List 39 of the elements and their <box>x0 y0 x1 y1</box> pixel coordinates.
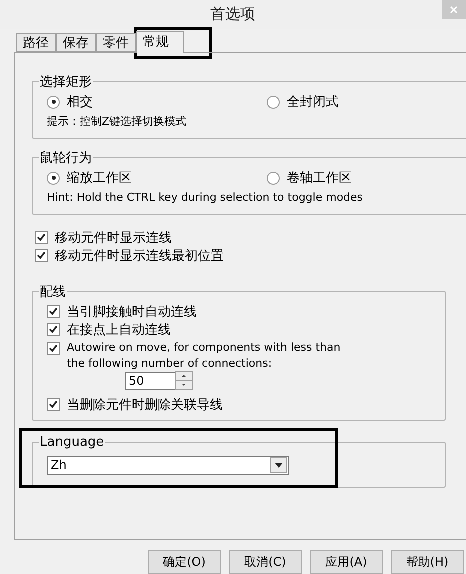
tab[interactable]: 零件 <box>96 32 136 52</box>
hint-text: 提示：控制Z键选择切换模式 <box>47 114 188 130</box>
checkbox[interactable] <box>47 342 60 355</box>
dialog-button[interactable]: 确定(O) <box>148 550 221 574</box>
radio-label: 卷轴工作区 <box>287 170 352 188</box>
language-dropdown[interactable]: Zh <box>47 456 289 475</box>
checkbox-label: 当引脚接触时自动连线 <box>67 304 197 321</box>
group-title: 鼠轮行为 <box>39 150 93 167</box>
radio-label: 相交 <box>67 94 93 112</box>
checkbox[interactable] <box>47 398 60 412</box>
group-title: 配线 <box>39 284 67 301</box>
close-icon <box>450 6 458 14</box>
radio-button[interactable] <box>47 96 60 109</box>
dialog-button[interactable]: 帮助(H) <box>391 550 464 574</box>
checkbox-label: Autowire on move, for components with less than the following number of connections: <box>67 340 341 372</box>
dialog-button[interactable]: 取消(C) <box>229 550 302 574</box>
checkbox-label: 在接点上自动连线 <box>67 322 171 339</box>
radio-label: 缩放工作区 <box>67 170 132 188</box>
checkbox[interactable] <box>47 323 60 336</box>
tab[interactable]: 常规 <box>136 30 184 53</box>
number-field[interactable]: 50 <box>125 372 175 390</box>
checkbox-label: 移动元件时显示连线最初位置 <box>55 248 224 265</box>
window-title: 首选项 <box>210 5 256 24</box>
checkbox[interactable] <box>35 231 48 244</box>
group-title: 选择矩形 <box>39 74 93 91</box>
checkbox-label: 当删除元件时删除关联导线 <box>67 396 223 414</box>
radio-button[interactable] <box>47 172 60 185</box>
radio-button[interactable] <box>267 96 280 109</box>
group-title: Language <box>39 434 106 450</box>
hint-text: Hint: Hold the CTRL key during selection to toggle modes <box>47 190 364 206</box>
radio-label: 全封闭式 <box>287 94 339 112</box>
checkbox[interactable] <box>47 305 60 318</box>
dialog-button[interactable]: 应用(A) <box>310 550 383 574</box>
radio-button[interactable] <box>267 172 280 185</box>
tab[interactable]: 保存 <box>56 32 96 52</box>
checkbox[interactable] <box>35 249 48 262</box>
checkbox-label: 移动元件时显示连线 <box>55 230 172 247</box>
tab[interactable]: 路径 <box>16 32 56 52</box>
dropdown-arrow-icon <box>274 462 282 468</box>
